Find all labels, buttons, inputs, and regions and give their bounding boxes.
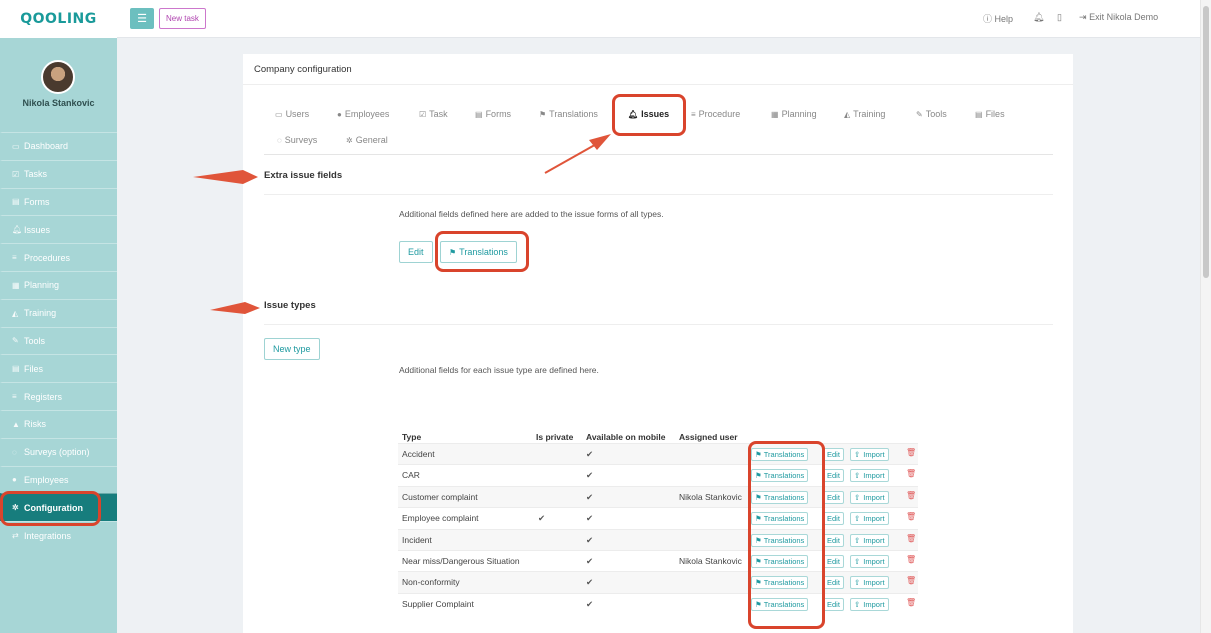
arrow-to-issues-tab-head (589, 134, 611, 150)
arrow-to-issue-types (210, 302, 260, 314)
arrow-to-issues-tab (544, 141, 601, 174)
annotation-arrows (193, 134, 611, 314)
arrow-to-extra-issue-fields (193, 170, 258, 184)
